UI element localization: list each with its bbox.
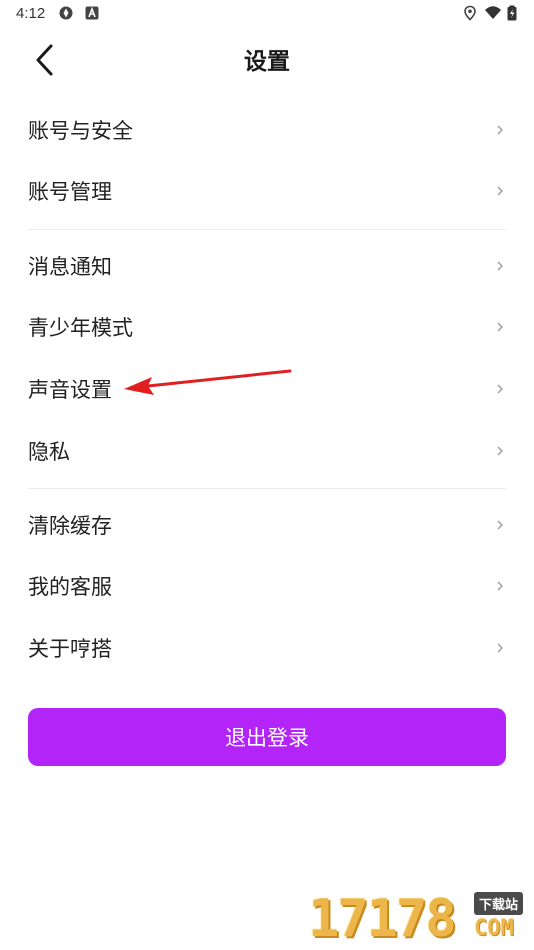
section-divider <box>28 229 506 230</box>
menu-item-label: 我的客服 <box>28 575 112 599</box>
menu-item-teen-mode[interactable]: 青少年模式 <box>0 298 534 356</box>
chevron-right-icon <box>497 125 503 135</box>
chevron-right-icon <box>497 186 503 196</box>
app-a-icon <box>85 6 99 20</box>
chevron-right-icon <box>497 643 503 653</box>
menu-item-notifications[interactable]: 消息通知 <box>0 237 534 295</box>
logout-button-label: 退出登录 <box>225 726 309 750</box>
menu-item-privacy[interactable]: 隐私 <box>0 422 534 480</box>
menu-item-label: 清除缓存 <box>28 514 112 538</box>
wifi-icon <box>485 6 501 19</box>
header: 设置 <box>0 28 534 88</box>
menu-item-label: 声音设置 <box>28 378 112 402</box>
menu-item-label: 账号与安全 <box>28 119 133 143</box>
chevron-right-icon <box>497 581 503 591</box>
chevron-right-icon <box>497 322 503 332</box>
watermark-suffix: COM <box>474 916 514 941</box>
menu-item-customer-service[interactable]: 我的客服 <box>0 557 534 615</box>
section-divider <box>28 488 506 489</box>
logout-button[interactable]: 退出登录 <box>28 708 506 766</box>
menu-item-label: 消息通知 <box>28 255 112 279</box>
status-bar: 4:12 <box>0 0 534 28</box>
watermark-logo: 17178 下载站 COM <box>308 888 534 950</box>
chevron-right-icon <box>497 261 503 271</box>
menu-item-account-security[interactable]: 账号与安全 <box>0 101 534 159</box>
chevron-right-icon <box>497 520 503 530</box>
menu-item-label: 关于哼搭 <box>28 637 112 661</box>
menu-item-sound-settings[interactable]: 声音设置 <box>0 360 534 418</box>
battery-icon <box>507 5 517 21</box>
location-icon <box>464 5 476 21</box>
watermark-main: 17178 <box>308 889 457 949</box>
status-time: 4:12 <box>16 5 46 22</box>
watermark-tag: 下载站 <box>474 892 524 915</box>
chevron-right-icon <box>497 384 503 394</box>
page-title: 设置 <box>244 49 290 75</box>
chevron-right-icon <box>497 446 503 456</box>
menu-item-about[interactable]: 关于哼搭 <box>0 619 534 677</box>
menu-item-account-management[interactable]: 账号管理 <box>0 162 534 220</box>
menu-item-label: 账号管理 <box>28 180 112 204</box>
menu-item-label: 隐私 <box>28 440 70 464</box>
menu-item-label: 青少年模式 <box>28 316 133 340</box>
sync-icon <box>59 6 73 20</box>
menu-item-clear-cache[interactable]: 清除缓存 <box>0 496 534 554</box>
